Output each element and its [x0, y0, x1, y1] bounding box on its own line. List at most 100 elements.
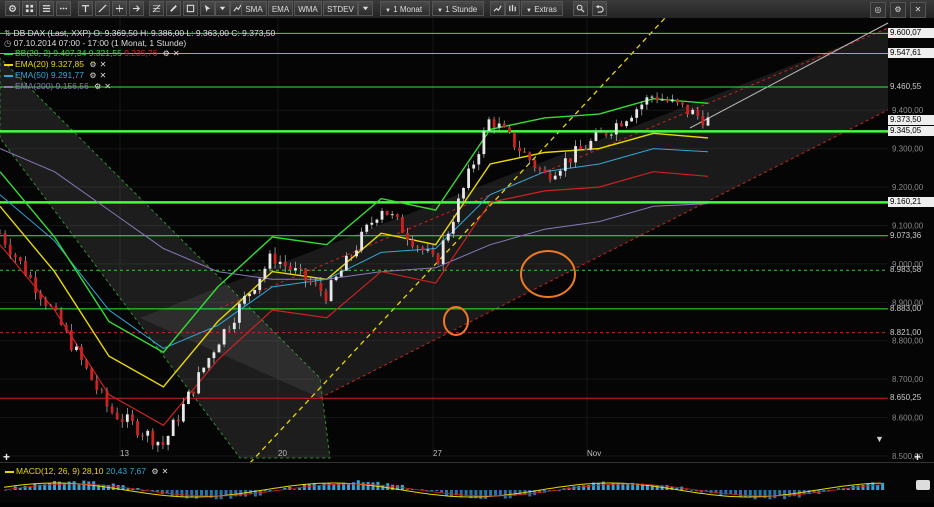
candle-body-93 [472, 165, 475, 169]
window-min-icon[interactable]: ◎ [870, 2, 886, 18]
cursor-icon[interactable] [200, 1, 215, 16]
list-icon[interactable] [39, 1, 54, 16]
window-close-icon[interactable]: ✕ [910, 2, 926, 18]
settings-icon[interactable] [5, 1, 20, 16]
ema200-swatch [4, 86, 13, 88]
line-tool-icon[interactable] [95, 1, 110, 16]
candle-body-134 [681, 103, 684, 105]
macd-bar-14 [73, 481, 76, 490]
ema-button[interactable]: EMA [268, 1, 293, 16]
price-tick-1: 9.300,00 [892, 145, 924, 154]
macd-close-icon[interactable]: ✕ [162, 467, 169, 477]
window-mode-icon[interactable]: ⚙ [890, 2, 906, 18]
ema20-settings-icon[interactable]: ⚙ [89, 60, 96, 70]
macd-bar-123 [607, 485, 610, 490]
bb-close-icon[interactable]: ✕ [173, 49, 180, 59]
candle-body-48 [243, 296, 246, 304]
level-label-1: 9.547,61 [888, 48, 934, 58]
candle-body-97 [493, 119, 496, 127]
level-label-0: 9.600,07 [888, 28, 934, 38]
macd-bar-133 [656, 485, 659, 490]
candle-body-26 [131, 414, 134, 421]
candle-body-114 [579, 146, 582, 149]
extras-label: Extras [534, 5, 557, 14]
candle-body-118 [600, 132, 603, 133]
macd-bar-66 [327, 483, 330, 490]
fibonacci-icon[interactable] [149, 1, 164, 16]
macd-bar-72 [357, 480, 360, 490]
macd-bar-118 [582, 485, 585, 490]
hline-tool-icon[interactable] [112, 1, 127, 16]
candle-body-123 [625, 121, 628, 126]
period-select[interactable]: ▼ 1 Monat [380, 1, 430, 16]
ema200-settings-icon[interactable]: ⚙ [94, 82, 101, 92]
candle-body-65 [330, 280, 333, 301]
macd-bar-139 [685, 489, 688, 490]
macd-bar-74 [367, 482, 370, 490]
indicator-dropdown-icon[interactable] [358, 1, 373, 16]
candle-body-79 [401, 217, 404, 233]
ema200-close-icon[interactable]: ✕ [104, 82, 111, 92]
undo-icon[interactable] [592, 1, 607, 16]
rect-icon[interactable] [183, 1, 198, 16]
legend-bb[interactable]: BB(20, 2) 9.407,34 9.321,55 9.235,76 ⚙✕ [4, 48, 275, 59]
text-tool-icon[interactable] [78, 1, 93, 16]
ema50-settings-icon[interactable]: ⚙ [89, 71, 96, 81]
ema50-values: 9.291,77 [51, 70, 84, 80]
macd-bar-41 [205, 490, 208, 496]
candle-body-139 [707, 117, 710, 125]
candle-body-117 [595, 132, 598, 140]
macd-bar-157 [773, 490, 776, 498]
x-label-nov: Nov [587, 449, 601, 458]
macd-scroll-icon[interactable] [916, 480, 930, 490]
candle-body-61 [309, 281, 312, 283]
macd-swatch [5, 471, 14, 473]
legend-ema50[interactable]: EMA(50) 9.291,77 ⚙✕ [4, 70, 275, 81]
interval-select[interactable]: ▼ 1 Stunde [432, 1, 484, 16]
grid-icon[interactable] [22, 1, 37, 16]
candle-body-16 [80, 347, 83, 360]
legend-ema20[interactable]: EMA(20) 9.327,85 ⚙✕ [4, 59, 275, 70]
macd-bar-156 [768, 490, 771, 499]
level-label-2: 9.460,55 [888, 82, 934, 92]
arrow-tool-icon[interactable] [129, 1, 144, 16]
bb-settings-icon[interactable]: ⚙ [163, 49, 170, 59]
candle-body-50 [253, 290, 256, 294]
zoom-icon[interactable] [573, 1, 588, 16]
candle-body-42 [213, 352, 216, 358]
sma-button[interactable]: SMA [241, 1, 267, 16]
candle-body-62 [314, 282, 317, 283]
candle-body-11 [55, 306, 58, 309]
legend-ema200[interactable]: EMA(200) 9.156,56 ⚙✕ [4, 81, 275, 92]
macd-bar-152 [749, 490, 752, 497]
macd-legend[interactable]: MACD(12, 26, 9) 28,10 20,43 7,67 ⚙✕ [5, 466, 168, 477]
candle-body-37 [187, 392, 190, 404]
candle-body-19 [95, 380, 98, 390]
extras-menu[interactable]: ▼ Extras [521, 1, 563, 16]
candle-body-63 [319, 283, 322, 291]
ema20-swatch [4, 64, 13, 66]
candle-body-83 [421, 247, 424, 250]
ema50-close-icon[interactable]: ✕ [100, 71, 107, 81]
stdev-button[interactable]: STDEV [323, 1, 358, 16]
cursor-dropdown-icon[interactable] [215, 1, 230, 16]
compare-chart-icon[interactable] [490, 1, 505, 16]
more-icon[interactable] [56, 1, 71, 16]
macd-value: 28,10 [82, 466, 103, 476]
macd-bar-178 [876, 485, 879, 490]
macd-signal: 20,43 [106, 466, 127, 476]
chart-type-icon[interactable] [505, 1, 520, 16]
candle-body-91 [462, 188, 465, 199]
pencil-icon[interactable] [166, 1, 181, 16]
level-label-7: 8.983,58 [888, 265, 934, 275]
ema20-close-icon[interactable]: ✕ [100, 60, 107, 70]
macd-bar-67 [332, 484, 335, 490]
candle-body-38 [192, 392, 195, 394]
candle-body-112 [569, 158, 572, 162]
candle-body-4 [19, 257, 22, 261]
macd-bar-13 [68, 482, 71, 490]
macd-bar-87 [430, 490, 433, 491]
scroll-down-icon[interactable]: ▼ [875, 434, 884, 444]
macd-settings-icon[interactable]: ⚙ [151, 467, 158, 477]
wma-button[interactable]: WMA [294, 1, 322, 16]
